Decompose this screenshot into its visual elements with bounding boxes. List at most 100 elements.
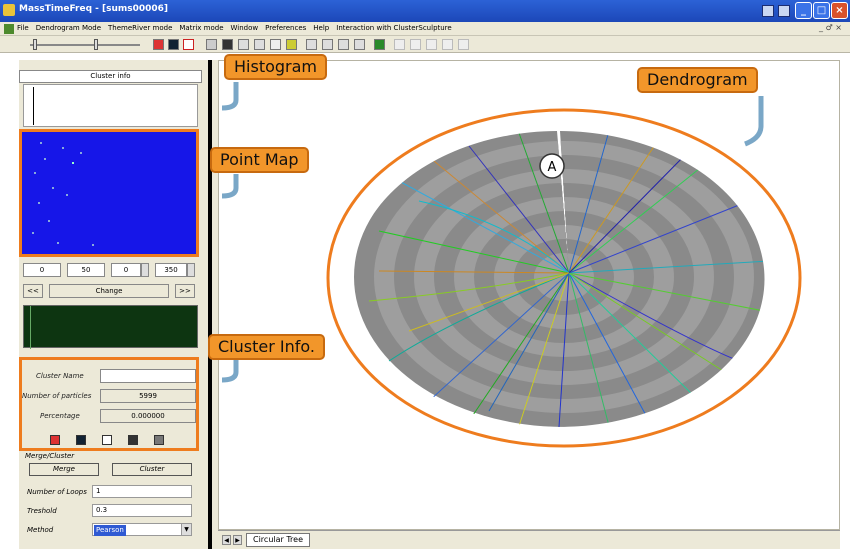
tab-next-icon[interactable]: ▶: [233, 535, 242, 545]
contrast-icon[interactable]: [76, 435, 86, 445]
toolbar-slider-track[interactable]: [30, 44, 140, 46]
refresh-icon[interactable]: [354, 39, 365, 50]
new-icon[interactable]: [206, 39, 217, 50]
menu-window[interactable]: Window: [231, 24, 259, 32]
point: [40, 142, 42, 144]
save-icon[interactable]: [128, 435, 138, 445]
copy-icon[interactable]: [238, 39, 249, 50]
point: [44, 158, 46, 160]
back-icon[interactable]: [394, 39, 405, 50]
print-icon[interactable]: [254, 39, 265, 50]
dendrogram-callout: Dendrogram: [637, 67, 758, 93]
point: [92, 244, 94, 246]
timeline-marker: [30, 306, 31, 349]
options-icon[interactable]: [778, 5, 790, 17]
cluster-info-header: Cluster info: [19, 70, 202, 83]
layout-icon[interactable]: [306, 39, 317, 50]
method-select[interactable]: Pearson ▼: [92, 523, 192, 536]
cluster-button[interactable]: Cluster: [112, 463, 192, 476]
range-step-input[interactable]: 50: [67, 263, 105, 277]
histogram-arrow-icon: [221, 82, 239, 111]
menu-preferences[interactable]: Preferences: [265, 24, 306, 32]
dendrogram-rings: [354, 131, 765, 427]
point: [32, 232, 34, 234]
screen-icon[interactable]: [374, 39, 385, 50]
point: [80, 152, 82, 154]
particles-label: Number of particles: [22, 392, 92, 400]
dendrogram-arrow: [744, 96, 764, 147]
marker-a-label: A: [548, 160, 557, 175]
cluster-info-arrow-icon: [221, 360, 239, 383]
tab-bar: ◀ ▶ Circular Tree: [218, 530, 840, 549]
title-bar: MassTimeFreq - [sums00006] _ □ ×: [0, 0, 850, 22]
chevron-down-icon[interactable]: ▼: [181, 524, 191, 535]
export-icon[interactable]: [154, 435, 164, 445]
cluster-name-field[interactable]: [100, 369, 196, 383]
contrast-icon[interactable]: [168, 39, 179, 50]
toolbar-slider-thumb-left[interactable]: [33, 39, 37, 50]
app-icon: [3, 4, 15, 16]
maximize-button[interactable]: □: [813, 2, 830, 19]
range-start-input[interactable]: 0: [23, 263, 61, 277]
max-value-spinner[interactable]: [187, 263, 195, 277]
method-value: Pearson: [94, 525, 126, 536]
min-value-spinner[interactable]: [141, 263, 149, 277]
info-icon[interactable]: [286, 39, 297, 50]
pause-icon[interactable]: [458, 39, 469, 50]
next-button[interactable]: >>: [175, 284, 195, 298]
save-icon[interactable]: [222, 39, 233, 50]
point-map-view[interactable]: [19, 129, 199, 257]
next-icon[interactable]: [426, 39, 437, 50]
toolbar-slider-thumb-right[interactable]: [94, 39, 98, 50]
loops-input[interactable]: 1: [92, 485, 192, 498]
zoom-icon[interactable]: [322, 39, 333, 50]
menu-dendrogram-mode[interactable]: Dendrogram Mode: [36, 24, 101, 32]
mdi-controls[interactable]: _ ♂ ×: [819, 23, 842, 32]
menu-matrix-mode[interactable]: Matrix mode: [179, 24, 223, 32]
menu-interaction-clustersculpture[interactable]: Interaction with ClusterSculpture: [336, 24, 451, 32]
fit-icon[interactable]: [338, 39, 349, 50]
change-button[interactable]: Change: [49, 284, 169, 298]
minimize-button[interactable]: _: [795, 2, 812, 19]
tab-prev-icon[interactable]: ◀: [222, 535, 231, 545]
point: [72, 162, 74, 164]
arrow-left-icon[interactable]: [183, 39, 194, 50]
cut-icon[interactable]: [270, 39, 281, 50]
close-button[interactable]: ×: [831, 2, 848, 19]
help-icon[interactable]: [762, 5, 774, 17]
left-panel: Cluster info 0 50 0 350 << Change >> Clu…: [19, 60, 202, 549]
method-label: Method: [27, 526, 54, 534]
window-title: MassTimeFreq - [sums00006]: [19, 4, 169, 14]
point: [48, 220, 50, 222]
cluster-name-label: Cluster Name: [36, 372, 84, 380]
new-file-icon[interactable]: [102, 435, 112, 445]
threshold-input[interactable]: 0.3: [92, 504, 192, 517]
menu-file[interactable]: File: [17, 24, 29, 32]
menu-themeriver-mode[interactable]: ThemeRiver mode: [108, 24, 172, 32]
merge-cluster-title: Merge/Cluster: [25, 452, 75, 460]
prev-button[interactable]: <<: [23, 284, 43, 298]
toolbar: [0, 36, 850, 53]
timeline-view[interactable]: [23, 305, 198, 349]
menu-help[interactable]: Help: [313, 24, 329, 32]
point: [66, 194, 68, 196]
cluster-info-panel: Cluster Name Number of particles 5999 Pe…: [19, 357, 199, 451]
histogram-view[interactable]: [23, 84, 198, 127]
callout-arrows: [221, 82, 239, 383]
merge-button[interactable]: Merge: [29, 463, 99, 476]
point: [38, 202, 40, 204]
document-icon: [4, 24, 14, 34]
dendrogram-arrow-icon: [744, 96, 764, 147]
percentage-label: Percentage: [40, 412, 80, 420]
threshold-label: Treshold: [27, 507, 57, 515]
menu-bar: File Dendrogram Mode ThemeRiver mode Mat…: [0, 22, 850, 36]
color-icon[interactable]: [50, 435, 60, 445]
max-value-input[interactable]: 350: [155, 263, 187, 277]
forward-icon[interactable]: [410, 39, 421, 50]
point-map-arrow-icon: [221, 174, 239, 199]
point: [34, 172, 36, 174]
color-icon[interactable]: [153, 39, 164, 50]
stop-icon[interactable]: [442, 39, 453, 50]
min-value-input[interactable]: 0: [111, 263, 141, 277]
tab-circular-tree[interactable]: Circular Tree: [246, 533, 311, 547]
